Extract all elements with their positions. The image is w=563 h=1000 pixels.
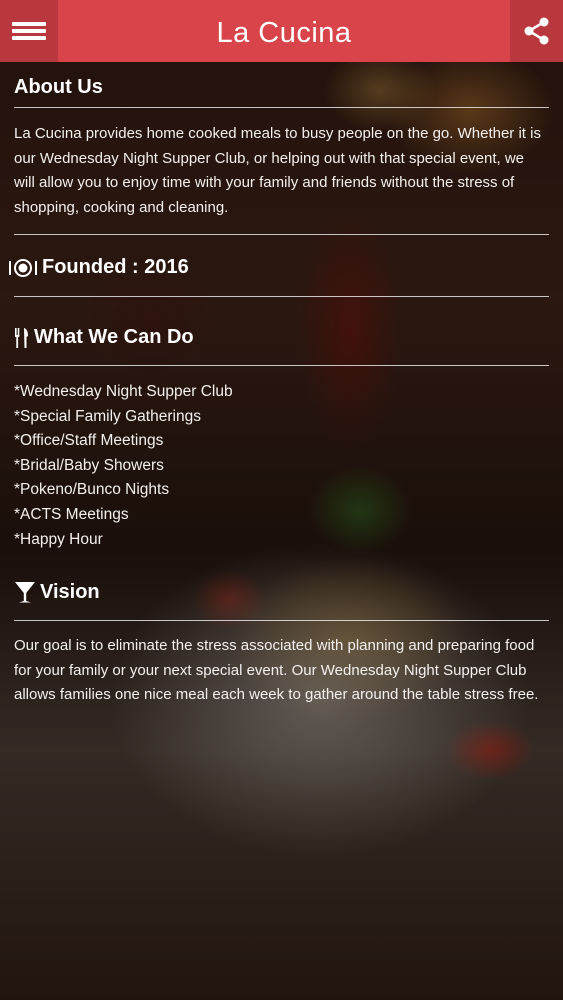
list-item: *Pokeno/Bunco Nights xyxy=(14,481,170,499)
founded-divider xyxy=(14,296,549,297)
list-item: *Special Family Gatherings xyxy=(14,407,201,425)
list-item: *Bridal/Baby Showers xyxy=(14,456,164,474)
list-item: *Happy Hour xyxy=(14,530,103,548)
about-heading: About Us xyxy=(14,76,103,98)
about-divider xyxy=(14,107,549,108)
hamburger-menu-icon xyxy=(12,19,46,43)
vision-text: Our goal is to eliminate the stress asso… xyxy=(14,637,539,703)
founded-row: Founded : 2016 xyxy=(8,256,189,279)
services-divider xyxy=(14,365,549,366)
vision-heading: Vision xyxy=(40,580,100,603)
vision-divider xyxy=(14,620,549,621)
services-list: *Wednesday Night Supper Club *Special Fa… xyxy=(14,380,549,552)
share-icon xyxy=(524,17,548,45)
about-text: La Cucina provides home cooked meals to … xyxy=(14,125,541,216)
services-heading: What We Can Do xyxy=(34,326,194,348)
list-item: *ACTS Meetings xyxy=(14,505,129,523)
plate-icon xyxy=(9,258,37,277)
app-title: La Cucina xyxy=(216,17,352,49)
list-item: *Office/Staff Meetings xyxy=(14,432,164,450)
vision-heading-row: Vision xyxy=(14,580,100,604)
services-heading-row: What We Can Do xyxy=(14,326,194,349)
cocktail-glass-icon xyxy=(15,582,35,603)
app-header: La Cucina xyxy=(0,0,563,62)
menu-button[interactable] xyxy=(0,0,58,62)
about-bottom-divider xyxy=(14,234,549,235)
share-button[interactable] xyxy=(510,0,563,62)
page-content: La Cucina About Us La Cucina provides ho… xyxy=(0,0,563,1000)
list-item: *Wednesday Night Supper Club xyxy=(14,383,233,400)
utensils-icon xyxy=(15,327,28,348)
founded-label: Founded : 2016 xyxy=(42,256,189,278)
